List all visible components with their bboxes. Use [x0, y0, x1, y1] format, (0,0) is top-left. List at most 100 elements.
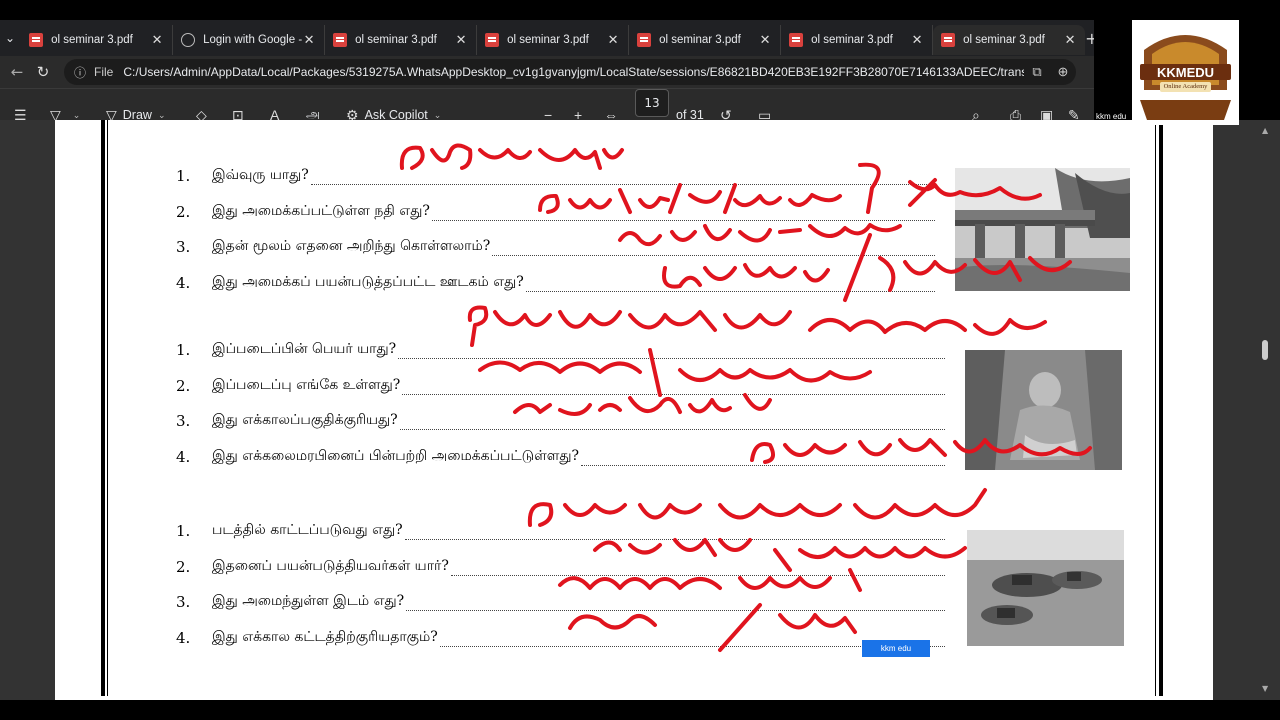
- question-text: இவ்வுரு யாது?: [212, 167, 309, 183]
- question-text: இப்படைப்பின் பெயர் யாது?: [212, 341, 397, 357]
- tab-label: Login with Google - Zo: [203, 34, 303, 46]
- chevron-down-icon: ⌄: [72, 109, 81, 120]
- question-text: இது அமைக்கப் பயன்படுத்தப்பட்ட ஊடகம் எது?: [212, 273, 524, 290]
- question-text: படத்தில் காட்டப்படுவது எது?: [212, 522, 403, 538]
- question-text: இது எக்கலைமரபினைப் பின்பற்றி அமைக்கப்பட்…: [212, 447, 580, 464]
- top-black-bar: [0, 0, 1280, 20]
- info-icon: ⓘ: [74, 65, 87, 80]
- tab-label: ol seminar 3.pdf: [51, 34, 133, 46]
- chevron-down-icon: ⌄: [157, 109, 166, 120]
- page-border-right-inner: [1155, 120, 1156, 696]
- page-border-left-inner: [107, 120, 108, 696]
- plus-icon: +: [1085, 28, 1094, 48]
- browser-tab[interactable]: ol seminar 3.pdf ✕: [933, 25, 1086, 55]
- close-icon[interactable]: ✕: [758, 32, 772, 48]
- scroll-up-icon[interactable]: ▲: [1262, 126, 1268, 135]
- question-number: 4.: [176, 447, 191, 466]
- camera-label: kkm edu: [1096, 112, 1127, 121]
- question-text: இது அமைக்கப்பட்டுள்ள நதி எது?: [212, 202, 430, 219]
- tab-search-button[interactable]: ⌄: [5, 26, 15, 50]
- scrollbar-thumb[interactable]: [1262, 340, 1268, 360]
- answer-line: [405, 539, 945, 540]
- new-tab-button[interactable]: +: [1085, 29, 1094, 48]
- close-icon[interactable]: ✕: [150, 32, 164, 48]
- chevron-down-icon: ⌄: [5, 31, 16, 45]
- question-number: 1.: [176, 167, 191, 185]
- question-text: இதன் மூலம் எதனை அறிந்து கொள்ளலாம்?: [212, 238, 491, 254]
- answer-line: [432, 219, 935, 221]
- pdf-icon: [333, 33, 348, 47]
- bottom-black-bar: [0, 700, 1280, 720]
- watermark-badge: kkm edu: [862, 640, 930, 657]
- question-text: இது அமைந்துள்ள இடம் எது?: [212, 593, 405, 609]
- page-number-input[interactable]: 13: [635, 89, 669, 117]
- back-button[interactable]: ←: [4, 59, 30, 85]
- url-text[interactable]: C:/Users/Admin/AppData/Local/Packages/53…: [123, 65, 1024, 79]
- question-number: 3.: [176, 593, 191, 611]
- browser-tab[interactable]: Login with Google - Zo✕: [173, 25, 326, 55]
- close-icon[interactable]: ✕: [1063, 32, 1077, 48]
- photo-rock-sculpture: [965, 350, 1122, 470]
- browser-tab[interactable]: ol seminar 3.pdf ✕: [21, 25, 174, 55]
- tab-label: ol seminar 3.pdf: [963, 34, 1045, 46]
- browser-tab[interactable]: ol seminar 3.pdf ✕: [477, 25, 630, 55]
- question-number: 3.: [176, 238, 191, 256]
- browser-tab[interactable]: ol seminar 3.pdf ✕: [781, 25, 934, 55]
- answer-line: [581, 464, 945, 466]
- pdf-icon: [941, 33, 956, 47]
- photo-burial-site: [967, 530, 1124, 646]
- zoom-icon[interactable]: ⊕: [1050, 64, 1076, 80]
- reload-button[interactable]: ↻: [30, 59, 56, 85]
- tabs-container: ol seminar 3.pdf✕Login with Google - Zo✕…: [21, 21, 1086, 55]
- scheme-label: File: [94, 65, 114, 79]
- close-icon[interactable]: ✕: [454, 32, 468, 48]
- photo-stone-bridge: [955, 168, 1130, 291]
- close-icon[interactable]: ✕: [606, 32, 620, 48]
- answer-line: [492, 255, 935, 256]
- reload-icon: ↻: [36, 63, 50, 81]
- answer-line: [311, 184, 935, 185]
- url-box[interactable]: ⓘ File C:/Users/Admin/AppData/Local/Pack…: [64, 59, 1076, 85]
- logo-title: KKMEDU: [1156, 65, 1215, 80]
- back-arrow-icon: ←: [10, 63, 24, 81]
- close-icon[interactable]: ✕: [302, 32, 316, 48]
- tab-label: ol seminar 3.pdf: [659, 34, 741, 46]
- answer-line: [526, 290, 935, 292]
- page-border-right: [1159, 120, 1163, 696]
- tab-label: ol seminar 3.pdf: [355, 34, 437, 46]
- browser-tab[interactable]: ol seminar 3.pdf ✕: [325, 25, 478, 55]
- browser-tab[interactable]: ol seminar 3.pdf ✕: [629, 25, 782, 55]
- page-border-left: [101, 120, 105, 696]
- question-text: இதனைப் பயன்படுத்தியவர்கள் யார்?: [212, 557, 449, 574]
- translate-icon[interactable]: ⧉: [1024, 64, 1050, 80]
- question-text: இது எக்கால கட்டத்திற்குரியதாகும்?: [212, 628, 438, 645]
- question-number: 4.: [176, 273, 191, 292]
- address-bar: ← ↻ ⓘ File C:/Users/Admin/AppData/Local/…: [0, 56, 1094, 88]
- question-text: இது எக்காலப்பகுதிக்குரியது?: [212, 412, 398, 428]
- question-number: 1.: [176, 341, 191, 359]
- answer-line: [451, 574, 945, 576]
- pdf-icon: [485, 33, 500, 47]
- scroll-down-icon[interactable]: ▼: [1262, 684, 1268, 693]
- question-number: 2.: [176, 557, 191, 576]
- answer-line: [406, 610, 945, 611]
- pdf-icon: [789, 33, 804, 47]
- question-number: 4.: [176, 628, 191, 647]
- answer-line: [402, 393, 945, 395]
- question-number: 2.: [176, 202, 191, 221]
- chevron-down-icon: ⌄: [433, 109, 442, 120]
- close-icon[interactable]: ✕: [910, 32, 924, 48]
- tab-label: ol seminar 3.pdf: [507, 34, 589, 46]
- pdf-icon: [29, 33, 44, 47]
- answer-line: [400, 429, 945, 430]
- tab-label: ol seminar 3.pdf: [811, 34, 893, 46]
- answer-line: [398, 358, 945, 359]
- question-text: இப்படைப்பு எங்கே உள்ளது?: [212, 376, 401, 393]
- logo-subtitle: Online Academy: [1163, 83, 1208, 90]
- globe-icon: [181, 33, 196, 47]
- pdf-icon: [637, 33, 652, 47]
- question-number: 2.: [176, 376, 191, 395]
- channel-logo: KKMEDU Online Academy: [1132, 20, 1239, 125]
- question-number: 3.: [176, 412, 191, 430]
- viewer-right-gutter: [1213, 120, 1280, 700]
